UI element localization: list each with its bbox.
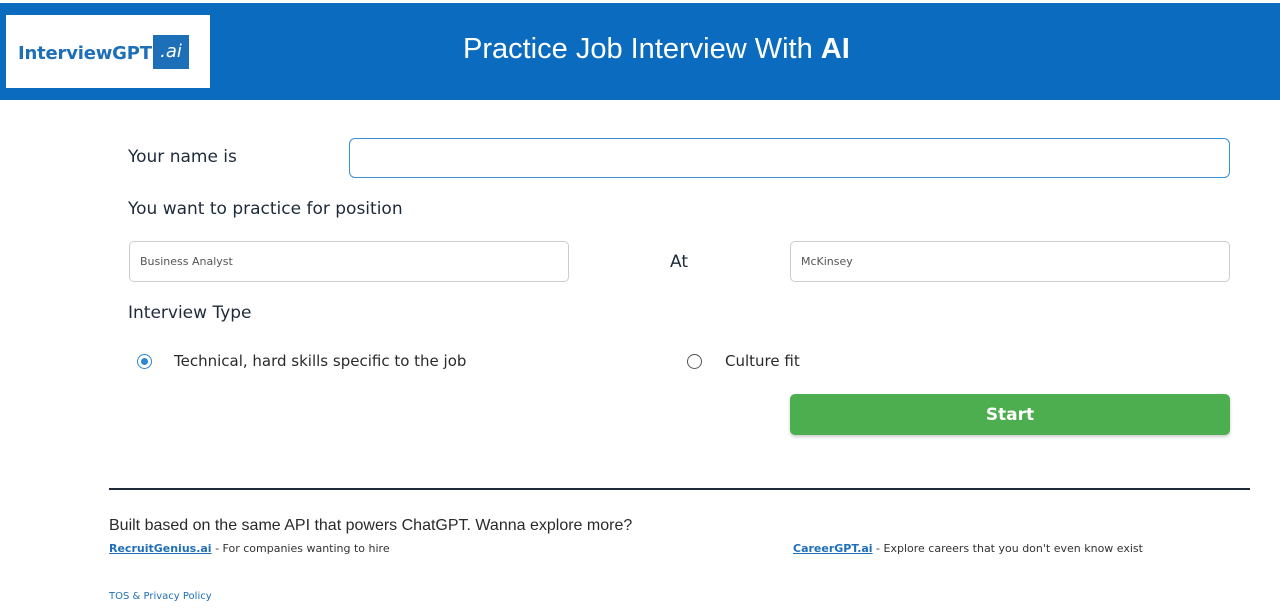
company-input[interactable] — [790, 241, 1230, 282]
page-title: Practice Job Interview With AI — [463, 33, 850, 66]
logo-text: InterviewGPT — [18, 43, 152, 64]
logo-badge: .ai — [153, 35, 189, 69]
position-input[interactable] — [129, 241, 569, 282]
culture-fit-radio[interactable] — [687, 354, 702, 369]
logo[interactable]: InterviewGPT .ai — [6, 15, 210, 88]
footer-link-item: RecruitGenius.ai - For companies wanting… — [109, 542, 390, 555]
technical-radio[interactable] — [137, 354, 152, 369]
recruitgenius-description: - For companies wanting to hire — [211, 542, 390, 555]
culture-fit-radio-label[interactable]: Culture fit — [725, 352, 800, 370]
tos-privacy-link[interactable]: TOS & Privacy Policy — [109, 591, 212, 602]
footer-intro: Built based on the same API that powers … — [109, 517, 633, 534]
start-button[interactable]: Start — [790, 394, 1230, 435]
position-label: You want to practice for position — [128, 199, 403, 219]
interview-type-label: Interview Type — [128, 303, 252, 323]
footer-divider — [109, 488, 1250, 490]
footer-link-item: CareerGPT.ai - Explore careers that you … — [793, 542, 1143, 555]
at-label: At — [670, 252, 688, 272]
name-label: Your name is — [128, 147, 237, 167]
technical-radio-label[interactable]: Technical, hard skills specific to the j… — [174, 352, 466, 370]
careergpt-description: - Explore careers that you don't even kn… — [872, 542, 1143, 555]
recruitgenius-link[interactable]: RecruitGenius.ai — [109, 542, 212, 555]
page-title-prefix: Practice Job Interview With — [463, 33, 821, 65]
header-bar: InterviewGPT .ai Practice Job Interview … — [0, 3, 1280, 100]
careergpt-link[interactable]: CareerGPT.ai — [793, 542, 873, 555]
name-input[interactable] — [349, 138, 1230, 178]
page-title-strong: AI — [820, 33, 850, 65]
